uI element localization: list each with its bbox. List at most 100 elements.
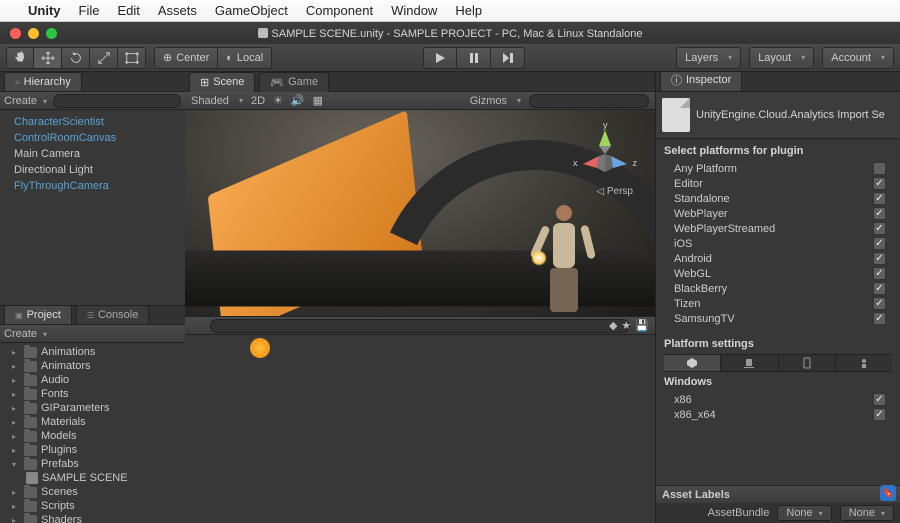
hierarchy-list: CharacterScientist ControlRoomCanvas Mai…: [0, 110, 185, 305]
folder-icon: [24, 417, 37, 428]
platform-label: WebGL: [674, 268, 711, 280]
hierarchy-item[interactable]: CharacterScientist: [0, 114, 185, 130]
arch-checkbox[interactable]: ✓: [873, 408, 886, 421]
platform-checkbox[interactable]: ✓: [873, 177, 886, 190]
platform-tab-standalone[interactable]: [721, 355, 778, 371]
layers-dropdown[interactable]: Layers: [676, 47, 741, 69]
unity-icon: [258, 28, 268, 38]
platform-label: SamsungTV: [674, 313, 735, 325]
project-folder[interactable]: ▸Shaders: [0, 513, 185, 523]
hierarchy-item[interactable]: Directional Light: [0, 162, 185, 178]
add-label-button[interactable]: 🔖: [880, 485, 896, 501]
hierarchy-item[interactable]: ControlRoomCanvas: [0, 130, 185, 146]
platform-row: iOS ✓: [664, 236, 892, 251]
project-folder[interactable]: ▾Prefabs: [0, 457, 185, 471]
search-by-label-icon[interactable]: ★: [621, 319, 631, 332]
platform-tab-editor[interactable]: [664, 355, 721, 371]
platform-checkbox[interactable]: ✓: [873, 252, 886, 265]
mac-menu-edit[interactable]: Edit: [117, 3, 139, 18]
gizmos-dropdown[interactable]: Gizmos: [470, 95, 521, 107]
project-scene-asset[interactable]: SAMPLE SCENE: [0, 471, 185, 485]
project-create-menu[interactable]: Create: [4, 328, 47, 340]
platform-checkbox[interactable]: ✓: [873, 282, 886, 295]
project-folder[interactable]: ▸Scenes: [0, 485, 185, 499]
arch-label: x86: [674, 394, 692, 406]
assetbundle-label: AssetBundle: [708, 507, 770, 519]
hierarchy-tab[interactable]: ≡Hierarchy: [4, 72, 82, 91]
audio-toggle[interactable]: 🔊: [291, 94, 305, 107]
pivot-toggle[interactable]: ⊕ Center: [154, 47, 218, 69]
folder-icon: [24, 389, 37, 400]
project-folder[interactable]: ▸Materials: [0, 415, 185, 429]
lighting-toggle[interactable]: ☀: [273, 94, 283, 107]
step-button[interactable]: [491, 47, 525, 69]
assetbundle-variant-dropdown[interactable]: None: [840, 505, 894, 521]
platform-row: Editor ✓: [664, 176, 892, 191]
platform-checkbox[interactable]: ✓: [873, 222, 886, 235]
hierarchy-item[interactable]: FlyThroughCamera: [0, 178, 185, 194]
project-search[interactable]: [210, 319, 630, 333]
mac-menu-assets[interactable]: Assets: [158, 3, 197, 18]
assetbundle-name-dropdown[interactable]: None: [777, 505, 831, 521]
window-titlebar: SAMPLE SCENE.unity - SAMPLE PROJECT - PC…: [0, 22, 900, 44]
project-folder[interactable]: ▸GIParameters: [0, 401, 185, 415]
mac-menu-component[interactable]: Component: [306, 3, 373, 18]
platform-checkbox[interactable]: [873, 162, 886, 175]
platform-row: Standalone ✓: [664, 191, 892, 206]
scene-viewport[interactable]: y x z Persp: [185, 110, 655, 316]
orientation-gizmo[interactable]: y x z: [575, 124, 635, 184]
project-folder[interactable]: ▸Fonts: [0, 387, 185, 401]
project-folder[interactable]: ▸Models: [0, 429, 185, 443]
platform-tab-mobile[interactable]: [779, 355, 836, 371]
project-folder[interactable]: ▸Audio: [0, 373, 185, 387]
scene-search[interactable]: [529, 94, 649, 108]
game-tab[interactable]: 🎮 Game: [259, 72, 329, 92]
platform-row: WebPlayer ✓: [664, 206, 892, 221]
folder-icon: [24, 459, 37, 470]
console-tab[interactable]: ☰Console: [76, 305, 150, 324]
hierarchy-item[interactable]: Main Camera: [0, 146, 185, 162]
platform-tab-other[interactable]: [836, 355, 892, 371]
2d-toggle[interactable]: 2D: [251, 95, 265, 107]
scale-tool[interactable]: [90, 47, 118, 69]
platform-checkbox[interactable]: ✓: [873, 207, 886, 220]
shading-mode-dropdown[interactable]: Shaded: [191, 95, 243, 107]
hierarchy-search[interactable]: [53, 94, 181, 108]
perspective-label[interactable]: Persp: [596, 186, 633, 197]
save-search-icon[interactable]: 💾: [635, 319, 649, 332]
arch-checkbox[interactable]: ✓: [873, 393, 886, 406]
project-tab[interactable]: ▣Project: [4, 305, 72, 324]
platform-checkbox[interactable]: ✓: [873, 312, 886, 325]
mac-menu-app[interactable]: Unity: [28, 3, 61, 18]
platform-checkbox[interactable]: ✓: [873, 297, 886, 310]
mac-menu-window[interactable]: Window: [391, 3, 437, 18]
layout-dropdown[interactable]: Layout: [749, 47, 814, 69]
mac-menu-gameobject[interactable]: GameObject: [215, 3, 288, 18]
rotate-tool[interactable]: [62, 47, 90, 69]
inspector-tab[interactable]: ⓘ Inspector: [660, 72, 742, 91]
platform-checkbox[interactable]: ✓: [873, 267, 886, 280]
mac-menu-help[interactable]: Help: [455, 3, 482, 18]
mac-menu-bar: Unity File Edit Assets GameObject Compon…: [0, 0, 900, 22]
project-folder[interactable]: ▸Scripts: [0, 499, 185, 513]
effects-toggle[interactable]: ▦: [313, 94, 323, 107]
handle-toggle[interactable]: ◐ Local: [218, 47, 272, 69]
move-tool[interactable]: [34, 47, 62, 69]
pause-button[interactable]: [457, 47, 491, 69]
hierarchy-create-menu[interactable]: Create: [4, 95, 47, 107]
platform-label: Standalone: [674, 193, 730, 205]
platform-label: Any Platform: [674, 163, 737, 175]
rect-tool[interactable]: [118, 47, 146, 69]
platform-checkbox[interactable]: ✓: [873, 192, 886, 205]
scene-tab[interactable]: ⊞ Scene: [189, 72, 255, 92]
axis-z-label: z: [633, 158, 638, 168]
project-folder[interactable]: ▸Animators: [0, 359, 185, 373]
platform-checkbox[interactable]: ✓: [873, 237, 886, 250]
hand-tool[interactable]: [6, 47, 34, 69]
project-folder[interactable]: ▸Plugins: [0, 443, 185, 457]
play-button[interactable]: [423, 47, 457, 69]
account-dropdown[interactable]: Account: [822, 47, 894, 69]
search-by-type-icon[interactable]: ◆: [609, 319, 617, 332]
project-folder[interactable]: ▸Animations: [0, 345, 185, 359]
mac-menu-file[interactable]: File: [79, 3, 100, 18]
